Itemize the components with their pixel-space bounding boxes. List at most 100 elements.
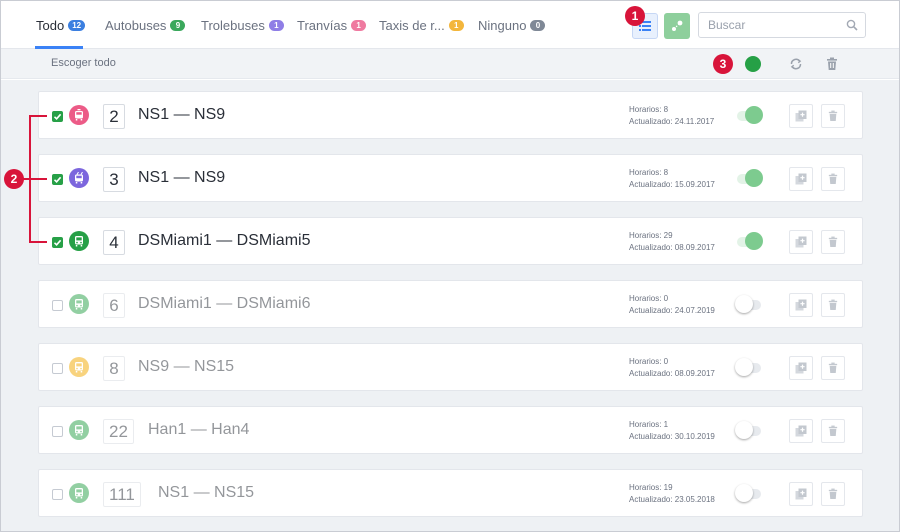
search-input[interactable] bbox=[699, 13, 839, 37]
route-map-icon bbox=[672, 20, 683, 31]
route-row[interactable]: 3 NS1 — NS9 Horarios: 8 Actualizado: 15.… bbox=[38, 154, 863, 202]
trash-icon bbox=[828, 236, 838, 247]
checkmark-icon bbox=[53, 113, 62, 120]
route-number: 22 bbox=[103, 419, 134, 444]
schedule-count: Horarios: 29 bbox=[629, 231, 673, 240]
trolleybus-icon bbox=[69, 168, 89, 188]
route-active-toggle[interactable] bbox=[735, 106, 763, 124]
trash-icon bbox=[827, 57, 837, 70]
activate-all-toggle[interactable] bbox=[745, 56, 761, 72]
delete-route-button[interactable] bbox=[821, 167, 845, 191]
taxi-icon bbox=[69, 357, 89, 377]
route-number: 6 bbox=[103, 293, 125, 318]
route-row[interactable]: 111 NS1 — NS15 Horarios: 19 Actualizado:… bbox=[38, 469, 863, 517]
tab-trams[interactable]: Tranvías 1 bbox=[297, 17, 367, 33]
route-row[interactable]: 6 DSMiami1 — DSMiami6 Horarios: 0 Actual… bbox=[38, 280, 863, 328]
route-row[interactable]: 4 DSMiami1 — DSMiami5 Horarios: 29 Actua… bbox=[38, 217, 863, 265]
tab-count-badge: 0 bbox=[530, 20, 546, 32]
delete-route-button[interactable] bbox=[821, 482, 845, 506]
route-active-toggle[interactable] bbox=[735, 169, 763, 187]
route-meta: Horarios: 1 Actualizado: 30.10.2019 bbox=[629, 419, 715, 443]
updated-date: Actualizado: 23.05.2018 bbox=[629, 495, 715, 504]
tab-count-badge: 9 bbox=[170, 20, 186, 32]
select-all-link[interactable]: Escoger todo bbox=[51, 57, 116, 69]
checkmark-icon bbox=[53, 176, 62, 183]
duplicate-route-button[interactable] bbox=[789, 167, 813, 191]
route-checkbox[interactable] bbox=[52, 426, 63, 437]
delete-route-button[interactable] bbox=[821, 419, 845, 443]
route-number: 111 bbox=[103, 482, 141, 507]
tab-buses[interactable]: Autobuses 9 bbox=[105, 17, 186, 34]
tab-label: Autobuses bbox=[105, 18, 167, 34]
route-checkbox[interactable] bbox=[52, 489, 63, 500]
sync-icon bbox=[790, 58, 802, 70]
duplicate-route-button[interactable] bbox=[789, 419, 813, 443]
callout-marker: 1 bbox=[625, 6, 645, 26]
duplicate-route-button[interactable] bbox=[789, 356, 813, 380]
duplicate-route-button[interactable] bbox=[789, 293, 813, 317]
bus-icon bbox=[69, 483, 89, 503]
copy-icon bbox=[795, 362, 807, 374]
copy-icon bbox=[795, 236, 807, 248]
route-active-toggle[interactable] bbox=[735, 421, 763, 439]
tab-label: Taxis de r... bbox=[379, 18, 445, 34]
tab-none[interactable]: Ninguno 0 bbox=[478, 17, 546, 34]
tab-label: Todo bbox=[36, 18, 65, 34]
route-name: Han1 — Han4 bbox=[148, 421, 250, 438]
tab-route-taxis[interactable]: Taxis de r... 1 bbox=[379, 17, 464, 33]
route-active-toggle[interactable] bbox=[735, 295, 763, 313]
callout-bracket bbox=[29, 115, 47, 117]
route-checkbox[interactable] bbox=[52, 363, 63, 374]
tab-count-badge: 12 bbox=[68, 20, 86, 32]
tab-label: Ninguno bbox=[478, 18, 527, 34]
route-active-toggle[interactable] bbox=[735, 232, 763, 250]
delete-route-button[interactable] bbox=[821, 104, 845, 128]
route-row[interactable]: 8 NS9 — NS15 Horarios: 0 Actualizado: 08… bbox=[38, 343, 863, 391]
updated-date: Actualizado: 08.09.2017 bbox=[629, 243, 715, 252]
updated-date: Actualizado: 30.10.2019 bbox=[629, 432, 715, 441]
tab-trolleybuses[interactable]: Trolebuses 1 bbox=[201, 17, 284, 33]
route-active-toggle[interactable] bbox=[735, 358, 763, 376]
updated-date: Actualizado: 15.09.2017 bbox=[629, 180, 715, 189]
tab-count-badge: 1 bbox=[351, 20, 367, 32]
delete-route-button[interactable] bbox=[821, 356, 845, 380]
copy-icon bbox=[795, 425, 807, 437]
schedule-count: Horarios: 8 bbox=[629, 168, 669, 177]
routes-list: 2 NS1 — NS9 Horarios: 8 Actualizado: 24.… bbox=[1, 80, 899, 531]
route-checkbox[interactable] bbox=[52, 174, 63, 185]
search-box bbox=[698, 12, 866, 38]
trash-icon bbox=[828, 173, 838, 184]
map-view-button[interactable] bbox=[664, 13, 690, 39]
tab-all[interactable]: Todo 12 bbox=[36, 17, 86, 34]
checkmark-icon bbox=[53, 239, 62, 246]
route-number: 8 bbox=[103, 356, 125, 381]
route-checkbox[interactable] bbox=[52, 237, 63, 248]
list-toolbar: Escoger todo bbox=[1, 49, 899, 79]
updated-date: Actualizado: 24.07.2019 bbox=[629, 306, 715, 315]
duplicate-route-button[interactable] bbox=[789, 104, 813, 128]
route-checkbox[interactable] bbox=[52, 111, 63, 122]
search-icon[interactable] bbox=[846, 19, 858, 31]
callout-bracket bbox=[29, 241, 47, 243]
route-row[interactable]: 22 Han1 — Han4 Horarios: 1 Actualizado: … bbox=[38, 406, 863, 454]
route-name: DSMiami1 — DSMiami6 bbox=[138, 295, 311, 312]
bus-icon bbox=[69, 294, 89, 314]
routes-window: Todo 12 Autobuses 9 Trolebuses 1 Tranvías 1 … bbox=[0, 0, 900, 532]
delete-all-button[interactable] bbox=[823, 55, 841, 73]
duplicate-route-button[interactable] bbox=[789, 230, 813, 254]
route-row[interactable]: 2 NS1 — NS9 Horarios: 8 Actualizado: 24.… bbox=[38, 91, 863, 139]
callout-bracket bbox=[29, 178, 47, 180]
sync-button[interactable] bbox=[787, 55, 805, 73]
copy-icon bbox=[795, 299, 807, 311]
duplicate-route-button[interactable] bbox=[789, 482, 813, 506]
route-number: 2 bbox=[103, 104, 125, 129]
route-number: 4 bbox=[103, 230, 125, 255]
route-active-toggle[interactable] bbox=[735, 484, 763, 502]
route-number: 3 bbox=[103, 167, 125, 192]
route-checkbox[interactable] bbox=[52, 300, 63, 311]
delete-route-button[interactable] bbox=[821, 293, 845, 317]
delete-route-button[interactable] bbox=[821, 230, 845, 254]
trash-icon bbox=[828, 488, 838, 499]
bus-icon bbox=[69, 231, 89, 251]
copy-icon bbox=[795, 173, 807, 185]
